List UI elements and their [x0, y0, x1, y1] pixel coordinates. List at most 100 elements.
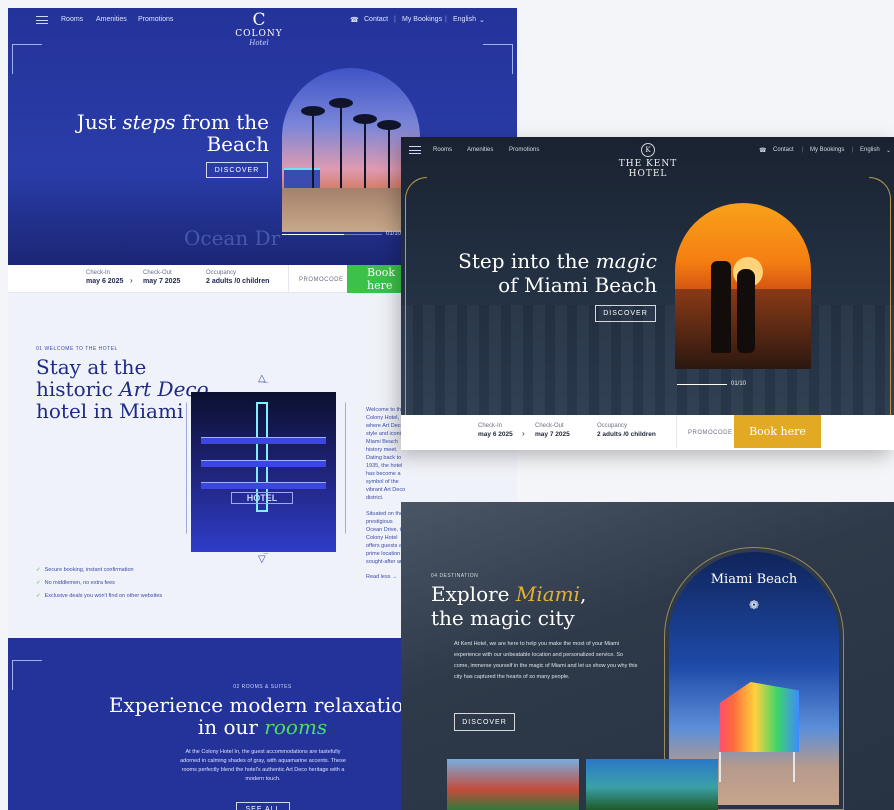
logo-monogram: K	[641, 143, 655, 157]
hotel-photo: HOTEL	[191, 392, 336, 552]
language-select[interactable]: English	[860, 147, 880, 153]
slide-counter: 01/10	[731, 381, 747, 387]
logo-script: Hotel	[249, 39, 269, 47]
destination-paragraph: At Kent Hotel, we are here to help you m…	[454, 641, 638, 680]
destination-thumbnail[interactable]	[586, 759, 718, 810]
hero-overlay-text: Ocean Dr	[184, 226, 281, 250]
occupancy-field[interactable]: Occupancy 2 adults /0 children	[206, 270, 269, 285]
discover-button[interactable]: DISCOVER	[595, 305, 656, 322]
slide-progress[interactable]	[677, 384, 727, 385]
palm-tree	[301, 106, 325, 192]
nav-divider: |	[445, 16, 447, 23]
checkout-field[interactable]: Check-Out may 7 2025	[535, 423, 570, 438]
nav-divider: |	[852, 147, 854, 153]
arrow-right-icon: ›	[130, 276, 133, 285]
palm-tree	[353, 114, 377, 192]
hero-title-emphasis: magic	[595, 249, 657, 273]
benefits-list: ✓ Secure booking, instant confirmation ✓ N…	[36, 567, 162, 606]
palm-tree	[377, 120, 401, 192]
hero-arch-image	[675, 203, 811, 369]
checkout-label: Check-Out	[143, 270, 172, 276]
nav-rooms[interactable]: Rooms	[433, 147, 452, 153]
logo-letter: C	[252, 10, 266, 30]
occupancy-field[interactable]: Occupancy 2 adults /0 children	[597, 423, 656, 438]
benefit-text: Exclusive deals you won't find on other …	[44, 593, 163, 599]
hotel-photo-frame: △ HOTEL ▽	[186, 368, 346, 568]
rooms-title-line: in our	[197, 715, 265, 739]
destination-title-emphasis: Miami	[515, 582, 581, 606]
deco-corner-ornament	[12, 44, 42, 74]
promocode-input[interactable]: PROMOCODE	[688, 430, 733, 436]
hero-title: Just steps from the Beach	[77, 111, 269, 155]
occupancy-value: 2 adults /0 children	[206, 278, 270, 285]
check-icon: ✓	[36, 593, 41, 599]
discover-button[interactable]: DISCOVER	[206, 162, 268, 178]
destination-title-text: Explore	[431, 582, 516, 606]
chevron-down-icon: ⌄	[479, 17, 485, 24]
destination-thumbnail[interactable]	[447, 759, 579, 810]
see-all-button[interactable]: SEE ALL	[236, 802, 290, 810]
nav-rooms[interactable]: Rooms	[61, 16, 83, 23]
fan-ornament-icon: △	[258, 373, 266, 384]
checkin-label: Check-In	[478, 423, 503, 429]
slide-progress[interactable]	[282, 234, 382, 235]
kent-booking-bar: Check-In may 6 2025 › Check-Out may 7 2025…	[401, 415, 894, 450]
check-icon: ✓	[36, 580, 41, 586]
hotel-neon-sign: HOTEL	[231, 492, 293, 504]
discover-button[interactable]: DISCOVER	[454, 713, 515, 731]
checkout-field[interactable]: Check-Out may 7 2025	[143, 270, 180, 285]
checkin-field[interactable]: Check-In may 6 2025	[478, 423, 513, 438]
hero-title-text: Step into the	[458, 249, 596, 273]
checkin-field[interactable]: Check-In may 6 2025	[86, 270, 123, 285]
phone-icon: ☎	[759, 148, 767, 154]
checkin-label: Check-In	[86, 270, 111, 276]
slide-counter: 01/10	[386, 231, 402, 237]
occupancy-label: Occupancy	[206, 270, 237, 276]
hero-title-emphasis: steps	[122, 110, 176, 134]
checkin-value: may 6 2025	[86, 278, 124, 285]
read-less-link[interactable]: Read less →	[366, 574, 398, 580]
book-here-button[interactable]: Book here	[734, 415, 821, 448]
language-select[interactable]: English	[453, 16, 476, 23]
checkin-value: may 6 2025	[478, 431, 513, 438]
lifeguard-hut-legs	[719, 752, 795, 782]
logo-name: THE KENT HOTEL	[618, 159, 678, 179]
promocode-input[interactable]: PROMOCODE	[299, 277, 344, 283]
nav-my-bookings[interactable]: My Bookings	[402, 16, 442, 23]
couple-silhouette	[711, 261, 731, 353]
checkout-value: may 7 2025	[143, 278, 181, 285]
menu-icon[interactable]	[36, 16, 48, 24]
nav-promotions[interactable]: Promotions	[138, 16, 173, 23]
rooms-paragraph: At the Colony Hotel In, the guest accomm…	[180, 749, 346, 782]
hotel-building	[284, 168, 320, 190]
phone-icon: ☎	[350, 17, 359, 24]
nav-contact[interactable]: Contact	[773, 147, 794, 153]
neon-floor	[201, 482, 326, 489]
benefit-text: No middlemen, no extra fees	[44, 580, 115, 586]
field-divider	[288, 265, 289, 293]
about-title: Stay at the historic Art Deco hotel in M…	[36, 356, 209, 422]
section-kicker: 04 DESTINATION	[431, 573, 479, 579]
hero-title-line2: Beach	[206, 132, 269, 156]
hero-title-text: Just	[76, 110, 123, 134]
hero-arch-image	[282, 68, 420, 232]
section-kicker: 01 WELCOME TO THE HOTEL	[36, 346, 118, 352]
kent-hotel-page: Rooms Amenities Promotions ☎ Contact | M…	[401, 137, 894, 450]
nav-contact[interactable]: Contact	[364, 16, 388, 23]
arch-title: Miami Beach	[710, 572, 798, 587]
colony-logo[interactable]: C COLONY Hotel	[228, 10, 290, 48]
nav-amenities[interactable]: Amenities	[467, 147, 493, 153]
benefit-item: ✓ No middlemen, no extra fees	[36, 580, 162, 586]
check-icon: ✓	[36, 567, 41, 573]
nav-amenities[interactable]: Amenities	[96, 16, 127, 23]
beach	[282, 188, 420, 232]
kent-destination-section: 04 DESTINATION Explore Miami, the magic …	[401, 502, 894, 810]
deco-corner-ornament	[483, 44, 513, 74]
menu-icon[interactable]	[409, 146, 421, 154]
nav-promotions[interactable]: Promotions	[509, 147, 539, 153]
hero-title: Step into the magic of Miami Beach	[458, 249, 657, 297]
destination-title-text: ,	[580, 582, 587, 606]
gold-frame-ornament	[405, 177, 427, 417]
kent-logo[interactable]: K THE KENT HOTEL	[598, 143, 698, 179]
nav-my-bookings[interactable]: My Bookings	[810, 147, 844, 153]
